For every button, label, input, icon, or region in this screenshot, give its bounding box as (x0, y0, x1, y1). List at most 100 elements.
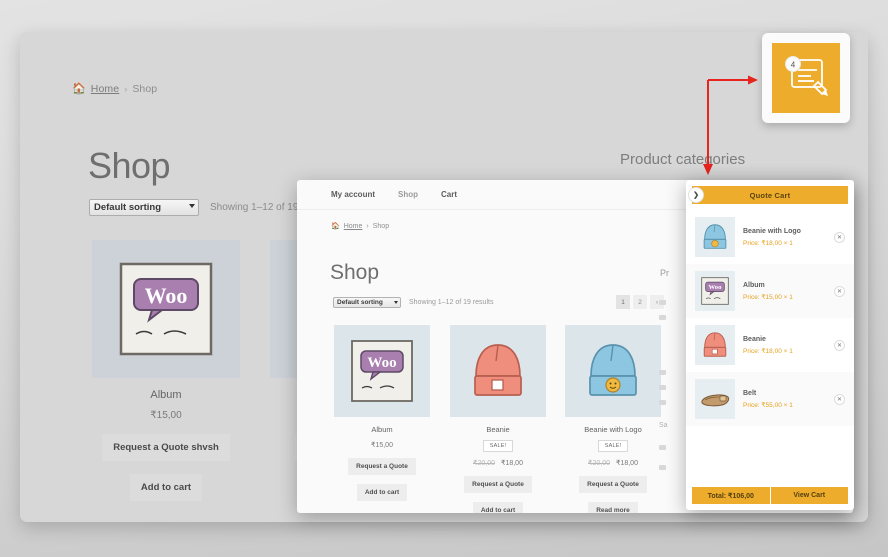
nav-my-account[interactable]: My account (331, 190, 375, 199)
quote-cart-item-thumb (695, 325, 735, 365)
modal-sorting-select[interactable]: Default sorting (333, 297, 401, 308)
add-to-cart-button[interactable]: Add to cart (129, 474, 203, 501)
modal-sidebar-item[interactable] (659, 385, 666, 390)
modal-pagination[interactable]: 1 2 › (616, 295, 664, 309)
chevron-down-icon (189, 204, 195, 208)
quote-document-pencil-icon: 4 (785, 56, 828, 96)
breadcrumb-current: Shop (132, 82, 158, 95)
pink-beanie-artwork-icon (703, 332, 727, 357)
product-image: Woo (92, 240, 240, 378)
quote-cart-item-name: Beanie with Logo (743, 227, 801, 235)
quote-cart-icon-tile: 4 (772, 43, 840, 113)
svg-text:Woo: Woo (367, 355, 396, 371)
quote-cart-toggle-button[interactable]: ❯ (688, 187, 704, 203)
modal-breadcrumb: 🏠 Home › Shop (331, 222, 390, 231)
svg-text:Woo: Woo (709, 284, 723, 291)
quote-cart-title: Quote Cart (749, 190, 791, 200)
modal-sorting-value: Default sorting (337, 299, 383, 306)
modal-product-sale-price: ₹18,00 (501, 460, 523, 467)
quote-cart-header: ❯ Quote Cart (688, 186, 848, 204)
modal-nav: My account Shop Cart (331, 190, 457, 199)
remove-item-close-icon[interactable]: ✕ (834, 231, 845, 243)
product-card[interactable]: Woo Album ₹15,00 Request a Quote shvsh A… (92, 240, 240, 501)
modal-product-card[interactable]: Woo Album ₹15,00 Request a Quote Add to … (334, 325, 430, 501)
quote-cart-items-list: Beanie with Logo Price: ₹18,00 × 1 ✕ Woo… (686, 204, 854, 487)
nav-shop[interactable]: Shop (398, 190, 418, 199)
nav-cart[interactable]: Cart (441, 190, 457, 199)
modal-product-image (450, 325, 546, 417)
quote-cart-item-name: Belt (743, 389, 757, 397)
quote-cart-item[interactable]: Beanie with Logo Price: ₹18,00 × 1 ✕ (686, 210, 854, 264)
sidebar-title: Product categories (620, 151, 746, 168)
modal-sidebar-item[interactable] (659, 465, 666, 470)
quote-cart-item-info: Beanie Price: ₹18,00 × 1 (743, 336, 826, 355)
modal-product-image (565, 325, 661, 417)
pink-beanie-artwork-icon (474, 344, 522, 396)
quote-cart-item-thumb: Woo (695, 271, 735, 311)
quote-cart-item-info: Album Price: ₹15,00 × 1 (743, 282, 826, 301)
modal-sidebar-item[interactable] (659, 300, 666, 305)
modal-results-count: Showing 1–12 of 19 results (409, 299, 494, 306)
modal-sidebar-item[interactable] (659, 445, 666, 450)
modal-product-image: Woo (334, 325, 430, 417)
modal-product-name: Beanie with Logo (584, 425, 642, 434)
quote-cart-item[interactable]: Woo Album Price: ₹15,00 × 1 ✕ (686, 264, 854, 318)
modal-request-quote-button[interactable]: Request a Quote (464, 476, 532, 493)
blue-beanie-logo-artwork-icon (589, 344, 637, 396)
home-icon: 🏠 (72, 83, 86, 95)
modal-page-title: Shop (330, 261, 380, 284)
modal-product-regular-price: ₹20,00 (473, 460, 495, 467)
quote-cart-item-price: Price: ₹18,00 × 1 (743, 347, 793, 355)
modal-read-more-button[interactable]: Read more (588, 502, 638, 513)
modal-sidebar-item[interactable] (659, 400, 666, 405)
blue-beanie-logo-artwork-icon (703, 224, 727, 249)
quote-cart-float-button[interactable]: 4 (762, 33, 850, 123)
product-price: ₹15,00 (150, 410, 182, 421)
quote-cart-item-price: Price: ₹15,00 × 1 (743, 293, 793, 301)
sorting-select[interactable]: Default sorting (89, 199, 199, 216)
modal-add-to-cart-button[interactable]: Add to cart (356, 484, 408, 501)
quote-cart-item[interactable]: Belt Price: ₹55,00 × 1 ✕ (686, 372, 854, 426)
modal-product-name: Beanie (486, 425, 510, 434)
modal-product-card[interactable]: Beanie SALE! ₹20,00 ₹18,00 Request a Quot… (450, 325, 546, 513)
modal-product-price: ₹15,00 (371, 442, 393, 449)
brown-belt-artwork-icon (701, 394, 730, 407)
view-cart-button[interactable]: View Cart (770, 487, 848, 504)
request-quote-button[interactable]: Request a Quote shvsh (102, 434, 230, 461)
quote-cart-item[interactable]: Beanie Price: ₹18,00 × 1 ✕ (686, 318, 854, 372)
quote-cart-panel: ❯ Quote Cart Beanie with Logo Price: ₹18… (686, 180, 854, 510)
chevron-right-icon: ❯ (693, 192, 699, 199)
modal-product-card[interactable]: Beanie with Logo SALE! ₹20,00 ₹18,00 Requ… (565, 325, 661, 513)
woo-album-artwork-icon: Woo (351, 340, 413, 402)
modal-add-to-cart-button[interactable]: Add to cart (472, 502, 524, 513)
modal-pagination-page-1[interactable]: 1 (616, 295, 630, 309)
remove-item-close-icon[interactable]: ✕ (834, 285, 845, 297)
sorting-select-value: Default sorting (94, 202, 162, 213)
quote-cart-item-thumb (695, 379, 735, 419)
modal-breadcrumb-home-link[interactable]: Home (344, 223, 363, 230)
modal-breadcrumb-current: Shop (372, 222, 390, 230)
remove-item-close-icon[interactable]: ✕ (834, 339, 845, 351)
quote-cart-item-price: Price: ₹18,00 × 1 (743, 239, 793, 247)
page-title: Shop (88, 145, 171, 186)
modal-sidebar-item[interactable] (659, 315, 666, 320)
remove-item-close-icon[interactable]: ✕ (834, 393, 845, 405)
modal-pagination-page-2[interactable]: 2 (633, 295, 647, 309)
modal-sidebar-item[interactable] (659, 370, 666, 375)
chevron-down-icon (394, 301, 398, 304)
breadcrumb: 🏠 Home › Shop (72, 82, 158, 96)
sale-badge: SALE! (482, 440, 514, 452)
woo-album-artwork-icon: Woo (119, 262, 213, 356)
modal-product-price: ₹20,00 ₹18,00 (450, 459, 546, 467)
quote-cart-item-info: Beanie with Logo Price: ₹18,00 × 1 (743, 228, 826, 247)
modal-product-price: ₹20,00 ₹18,00 (565, 459, 661, 467)
breadcrumb-home-link[interactable]: Home (91, 83, 119, 95)
modal-request-quote-button[interactable]: Request a Quote (348, 458, 416, 475)
product-name: Album (150, 389, 182, 401)
quote-cart-item-thumb (695, 217, 735, 257)
modal-request-quote-button[interactable]: Request a Quote (579, 476, 647, 493)
sale-badge: SALE! (597, 440, 629, 452)
modal-sidebar-title: Pr (660, 268, 669, 278)
modal-product-name: Album (371, 425, 393, 434)
quote-cart-badge-count: 4 (791, 61, 796, 70)
